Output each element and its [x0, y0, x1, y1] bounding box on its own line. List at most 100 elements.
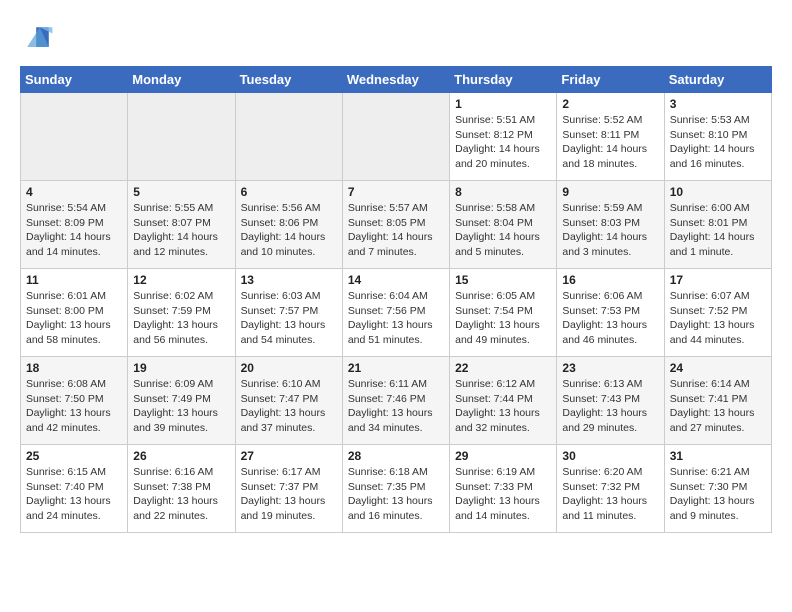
day-number: 9 [562, 185, 658, 199]
day-info: Sunrise: 6:09 AM Sunset: 7:49 PM Dayligh… [133, 377, 229, 436]
day-info: Sunrise: 6:00 AM Sunset: 8:01 PM Dayligh… [670, 201, 766, 260]
calendar-cell: 22 Sunrise: 6:12 AM Sunset: 7:44 PM Dayl… [450, 357, 557, 445]
day-number: 19 [133, 361, 229, 375]
day-info: Sunrise: 5:57 AM Sunset: 8:05 PM Dayligh… [348, 201, 444, 260]
day-info: Sunrise: 6:13 AM Sunset: 7:43 PM Dayligh… [562, 377, 658, 436]
day-info: Sunrise: 5:52 AM Sunset: 8:11 PM Dayligh… [562, 113, 658, 172]
calendar-cell [342, 93, 449, 181]
day-number: 24 [670, 361, 766, 375]
calendar-cell: 19 Sunrise: 6:09 AM Sunset: 7:49 PM Dayl… [128, 357, 235, 445]
day-info: Sunrise: 5:51 AM Sunset: 8:12 PM Dayligh… [455, 113, 551, 172]
calendar-cell: 24 Sunrise: 6:14 AM Sunset: 7:41 PM Dayl… [664, 357, 771, 445]
day-info: Sunrise: 6:16 AM Sunset: 7:38 PM Dayligh… [133, 465, 229, 524]
calendar-cell: 20 Sunrise: 6:10 AM Sunset: 7:47 PM Dayl… [235, 357, 342, 445]
day-info: Sunrise: 6:01 AM Sunset: 8:00 PM Dayligh… [26, 289, 122, 348]
day-number: 11 [26, 273, 122, 287]
calendar-cell: 10 Sunrise: 6:00 AM Sunset: 8:01 PM Dayl… [664, 181, 771, 269]
day-number: 2 [562, 97, 658, 111]
page-header [20, 20, 772, 56]
day-info: Sunrise: 5:55 AM Sunset: 8:07 PM Dayligh… [133, 201, 229, 260]
day-number: 5 [133, 185, 229, 199]
day-info: Sunrise: 6:06 AM Sunset: 7:53 PM Dayligh… [562, 289, 658, 348]
column-header-wednesday: Wednesday [342, 67, 449, 93]
calendar-cell: 9 Sunrise: 5:59 AM Sunset: 8:03 PM Dayli… [557, 181, 664, 269]
calendar-cell [235, 93, 342, 181]
day-number: 27 [241, 449, 337, 463]
column-header-sunday: Sunday [21, 67, 128, 93]
day-number: 30 [562, 449, 658, 463]
calendar-cell: 15 Sunrise: 6:05 AM Sunset: 7:54 PM Dayl… [450, 269, 557, 357]
day-info: Sunrise: 5:53 AM Sunset: 8:10 PM Dayligh… [670, 113, 766, 172]
calendar-cell: 27 Sunrise: 6:17 AM Sunset: 7:37 PM Dayl… [235, 445, 342, 533]
calendar-cell: 30 Sunrise: 6:20 AM Sunset: 7:32 PM Dayl… [557, 445, 664, 533]
column-header-thursday: Thursday [450, 67, 557, 93]
day-number: 25 [26, 449, 122, 463]
calendar-cell: 14 Sunrise: 6:04 AM Sunset: 7:56 PM Dayl… [342, 269, 449, 357]
column-header-saturday: Saturday [664, 67, 771, 93]
day-number: 20 [241, 361, 337, 375]
logo-icon [20, 20, 56, 56]
logo [20, 20, 62, 56]
column-header-monday: Monday [128, 67, 235, 93]
day-info: Sunrise: 6:14 AM Sunset: 7:41 PM Dayligh… [670, 377, 766, 436]
day-info: Sunrise: 6:20 AM Sunset: 7:32 PM Dayligh… [562, 465, 658, 524]
day-number: 4 [26, 185, 122, 199]
day-number: 6 [241, 185, 337, 199]
calendar-cell: 29 Sunrise: 6:19 AM Sunset: 7:33 PM Dayl… [450, 445, 557, 533]
calendar-cell [128, 93, 235, 181]
day-info: Sunrise: 5:56 AM Sunset: 8:06 PM Dayligh… [241, 201, 337, 260]
calendar-cell: 17 Sunrise: 6:07 AM Sunset: 7:52 PM Dayl… [664, 269, 771, 357]
day-number: 14 [348, 273, 444, 287]
calendar-cell: 26 Sunrise: 6:16 AM Sunset: 7:38 PM Dayl… [128, 445, 235, 533]
day-number: 28 [348, 449, 444, 463]
day-info: Sunrise: 6:03 AM Sunset: 7:57 PM Dayligh… [241, 289, 337, 348]
calendar-cell [21, 93, 128, 181]
calendar-cell: 8 Sunrise: 5:58 AM Sunset: 8:04 PM Dayli… [450, 181, 557, 269]
day-info: Sunrise: 6:08 AM Sunset: 7:50 PM Dayligh… [26, 377, 122, 436]
day-number: 13 [241, 273, 337, 287]
day-number: 16 [562, 273, 658, 287]
day-number: 1 [455, 97, 551, 111]
day-info: Sunrise: 6:19 AM Sunset: 7:33 PM Dayligh… [455, 465, 551, 524]
calendar-cell: 13 Sunrise: 6:03 AM Sunset: 7:57 PM Dayl… [235, 269, 342, 357]
calendar-cell: 6 Sunrise: 5:56 AM Sunset: 8:06 PM Dayli… [235, 181, 342, 269]
day-number: 12 [133, 273, 229, 287]
calendar-cell: 2 Sunrise: 5:52 AM Sunset: 8:11 PM Dayli… [557, 93, 664, 181]
calendar-cell: 12 Sunrise: 6:02 AM Sunset: 7:59 PM Dayl… [128, 269, 235, 357]
calendar-cell: 1 Sunrise: 5:51 AM Sunset: 8:12 PM Dayli… [450, 93, 557, 181]
day-info: Sunrise: 6:02 AM Sunset: 7:59 PM Dayligh… [133, 289, 229, 348]
day-info: Sunrise: 6:10 AM Sunset: 7:47 PM Dayligh… [241, 377, 337, 436]
calendar-cell: 28 Sunrise: 6:18 AM Sunset: 7:35 PM Dayl… [342, 445, 449, 533]
day-info: Sunrise: 6:07 AM Sunset: 7:52 PM Dayligh… [670, 289, 766, 348]
calendar-cell: 5 Sunrise: 5:55 AM Sunset: 8:07 PM Dayli… [128, 181, 235, 269]
calendar-cell: 23 Sunrise: 6:13 AM Sunset: 7:43 PM Dayl… [557, 357, 664, 445]
day-number: 22 [455, 361, 551, 375]
day-info: Sunrise: 6:11 AM Sunset: 7:46 PM Dayligh… [348, 377, 444, 436]
day-number: 29 [455, 449, 551, 463]
day-info: Sunrise: 5:58 AM Sunset: 8:04 PM Dayligh… [455, 201, 551, 260]
calendar-cell: 11 Sunrise: 6:01 AM Sunset: 8:00 PM Dayl… [21, 269, 128, 357]
day-info: Sunrise: 6:12 AM Sunset: 7:44 PM Dayligh… [455, 377, 551, 436]
calendar-cell: 21 Sunrise: 6:11 AM Sunset: 7:46 PM Dayl… [342, 357, 449, 445]
day-info: Sunrise: 6:05 AM Sunset: 7:54 PM Dayligh… [455, 289, 551, 348]
calendar-cell: 18 Sunrise: 6:08 AM Sunset: 7:50 PM Dayl… [21, 357, 128, 445]
day-number: 23 [562, 361, 658, 375]
day-info: Sunrise: 6:17 AM Sunset: 7:37 PM Dayligh… [241, 465, 337, 524]
day-number: 10 [670, 185, 766, 199]
column-header-tuesday: Tuesday [235, 67, 342, 93]
calendar-cell: 16 Sunrise: 6:06 AM Sunset: 7:53 PM Dayl… [557, 269, 664, 357]
day-number: 26 [133, 449, 229, 463]
day-number: 15 [455, 273, 551, 287]
calendar-cell: 4 Sunrise: 5:54 AM Sunset: 8:09 PM Dayli… [21, 181, 128, 269]
calendar-table: SundayMondayTuesdayWednesdayThursdayFrid… [20, 66, 772, 533]
calendar-cell: 7 Sunrise: 5:57 AM Sunset: 8:05 PM Dayli… [342, 181, 449, 269]
day-info: Sunrise: 5:54 AM Sunset: 8:09 PM Dayligh… [26, 201, 122, 260]
day-info: Sunrise: 6:18 AM Sunset: 7:35 PM Dayligh… [348, 465, 444, 524]
day-info: Sunrise: 5:59 AM Sunset: 8:03 PM Dayligh… [562, 201, 658, 260]
column-header-friday: Friday [557, 67, 664, 93]
day-info: Sunrise: 6:15 AM Sunset: 7:40 PM Dayligh… [26, 465, 122, 524]
day-info: Sunrise: 6:04 AM Sunset: 7:56 PM Dayligh… [348, 289, 444, 348]
day-number: 21 [348, 361, 444, 375]
day-info: Sunrise: 6:21 AM Sunset: 7:30 PM Dayligh… [670, 465, 766, 524]
calendar-cell: 31 Sunrise: 6:21 AM Sunset: 7:30 PM Dayl… [664, 445, 771, 533]
